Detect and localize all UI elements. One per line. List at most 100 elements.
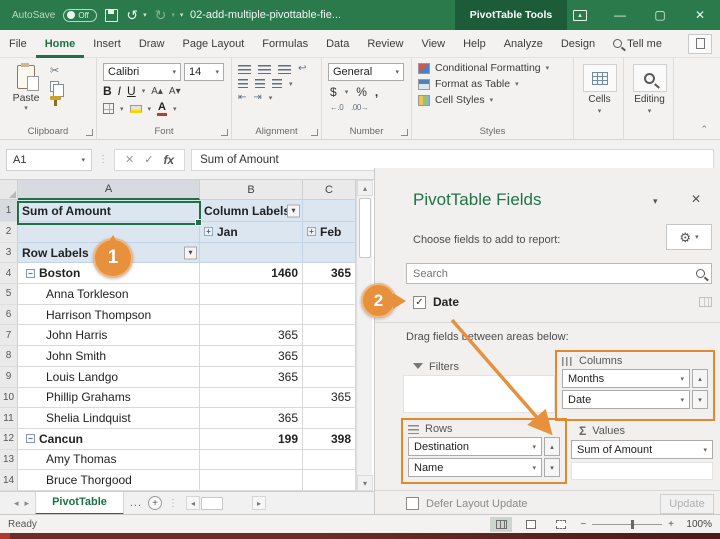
cell-b6[interactable]	[200, 304, 303, 326]
customize-quick-access-icon[interactable]: ▾	[180, 11, 184, 19]
number-format-select[interactable]: General ▾	[328, 63, 404, 81]
cell-a10[interactable]: Phillip Grahams	[18, 387, 200, 409]
row-header[interactable]: 7	[0, 325, 18, 347]
cell-c1[interactable]	[303, 200, 356, 222]
font-dialog-launcher-icon[interactable]	[221, 129, 228, 136]
new-sheet-icon[interactable]: +	[148, 496, 163, 510]
cell-c2[interactable]: + Feb	[303, 222, 356, 243]
field-item-date[interactable]: ✓ Date	[406, 290, 712, 314]
confirm-entry-icon[interactable]: ✓	[144, 153, 153, 166]
cell-a1[interactable]: Sum of Amount	[18, 200, 200, 222]
tab-analyze[interactable]: Analyze	[495, 30, 552, 58]
increase-decimal-icon[interactable]: ←.0	[330, 103, 344, 112]
filters-drop-area[interactable]	[403, 375, 555, 413]
collapse-ribbon-icon[interactable]: ⌃	[700, 124, 708, 135]
formula-bar-handle[interactable]: ⋮	[98, 154, 108, 165]
increase-font-icon[interactable]: A▴	[151, 86, 163, 97]
pane-options-caret-icon[interactable]: ▾	[653, 196, 658, 207]
close-button[interactable]: ✕	[680, 0, 720, 30]
tab-review[interactable]: Review	[358, 30, 412, 58]
field-search-box[interactable]	[406, 263, 712, 284]
tab-help[interactable]: Help	[454, 30, 495, 58]
zoom-in-icon[interactable]: +	[668, 519, 674, 530]
page-layout-view-button[interactable]	[520, 517, 542, 532]
format-as-table-button[interactable]: Format as Table ▾	[418, 78, 569, 90]
select-all-corner[interactable]	[0, 180, 18, 200]
borders-icon[interactable]	[103, 103, 114, 115]
editing-button[interactable]	[632, 64, 667, 92]
cell-a5[interactable]: Anna Torkleson	[18, 284, 200, 305]
clipboard-dialog-launcher-icon[interactable]	[86, 129, 93, 136]
tab-file[interactable]: File	[0, 30, 36, 58]
move-down-icon[interactable]: ▾	[692, 390, 708, 409]
cell-b10[interactable]	[200, 387, 303, 409]
move-down-icon[interactable]: ▾	[544, 458, 560, 477]
collapse-boston-icon[interactable]: −	[26, 268, 35, 278]
row-header[interactable]: 6	[0, 304, 18, 326]
vertical-scrollbar[interactable]: ▴ ▾	[356, 180, 373, 491]
autosave-toggle[interactable]: Off	[63, 8, 98, 22]
defer-layout-checkbox[interactable]	[406, 497, 419, 510]
scroll-left-icon[interactable]: ◂	[186, 496, 201, 510]
italic-button[interactable]: I	[118, 84, 121, 98]
align-right-icon[interactable]	[272, 79, 282, 88]
vertical-scrollbar-thumb[interactable]	[359, 198, 371, 258]
cell-c10[interactable]: 365	[303, 387, 356, 409]
wrap-text-icon[interactable]: ↩	[298, 64, 306, 74]
more-sheets-button[interactable]: ...	[130, 497, 142, 509]
cell-b11[interactable]: 365	[200, 408, 303, 429]
row-header[interactable]: 4	[0, 263, 18, 285]
row-header[interactable]: 3	[0, 242, 18, 264]
update-button[interactable]: Update	[660, 494, 714, 514]
minimize-button[interactable]: —	[600, 0, 640, 30]
row-header[interactable]: 9	[0, 366, 18, 388]
increase-indent-icon[interactable]: ⇥	[253, 93, 261, 103]
collapse-jan-icon[interactable]: +	[204, 227, 213, 237]
cell-b7[interactable]: 365	[200, 325, 303, 347]
decrease-font-icon[interactable]: A▾	[169, 86, 181, 97]
tab-data[interactable]: Data	[317, 30, 358, 58]
conditional-formatting-button[interactable]: Conditional Formatting ▾	[418, 62, 569, 74]
tools-button[interactable]: ⚙ ▾	[666, 224, 712, 250]
insert-function-icon[interactable]: fx	[163, 153, 174, 167]
move-up-icon[interactable]: ▴	[692, 369, 708, 388]
cell-c8[interactable]	[303, 346, 356, 367]
tab-page-layout[interactable]: Page Layout	[173, 30, 253, 58]
column-header-a[interactable]: A	[18, 180, 200, 200]
cell-c3[interactable]	[303, 242, 356, 264]
prev-sheet-icon[interactable]: ◂	[14, 498, 19, 509]
tab-insert[interactable]: Insert	[84, 30, 130, 58]
cell-a13[interactable]: Amy Thomas	[18, 449, 200, 471]
cell-c12[interactable]: 398	[303, 428, 356, 450]
tab-draw[interactable]: Draw	[130, 30, 174, 58]
row-header[interactable]: 12	[0, 428, 18, 450]
values-field-sum-of-amount[interactable]: Sum of Amount ▾	[571, 440, 713, 459]
tab-design[interactable]: Design	[552, 30, 604, 58]
font-size-select[interactable]: 14 ▾	[184, 63, 224, 81]
values-drop-area[interactable]	[571, 462, 713, 480]
pane-close-icon[interactable]: ✕	[691, 192, 701, 206]
currency-format-button[interactable]: $	[330, 85, 337, 99]
column-labels-filter-icon[interactable]: ▾	[287, 204, 300, 217]
columns-field-date[interactable]: Date ▾	[562, 390, 690, 409]
cell-a9[interactable]: Louis Landgo	[18, 366, 200, 388]
tab-home[interactable]: Home	[35, 30, 85, 58]
zoom-slider-thumb[interactable]	[630, 519, 634, 529]
search-input[interactable]	[407, 267, 696, 280]
cell-c4[interactable]: 365	[303, 263, 356, 285]
cell-a7[interactable]: John Harris	[18, 325, 200, 347]
tab-view[interactable]: View	[412, 30, 454, 58]
cell-b3[interactable]	[200, 242, 303, 264]
maximize-button[interactable]: ▢	[640, 0, 680, 30]
undo-icon[interactable]: ↺	[126, 8, 138, 22]
horizontal-scrollbar-thumb[interactable]	[201, 496, 224, 510]
copy-icon[interactable]	[50, 81, 64, 97]
format-painter-icon[interactable]	[50, 96, 61, 106]
row-header[interactable]: 1	[0, 200, 18, 222]
cancel-entry-icon[interactable]: ✕	[125, 153, 134, 166]
normal-view-button[interactable]	[490, 516, 513, 532]
alignment-dialog-launcher-icon[interactable]	[311, 129, 318, 136]
cell-b12[interactable]: 199	[200, 428, 303, 450]
row-header[interactable]: 5	[0, 284, 18, 305]
align-left-icon[interactable]	[238, 79, 248, 88]
